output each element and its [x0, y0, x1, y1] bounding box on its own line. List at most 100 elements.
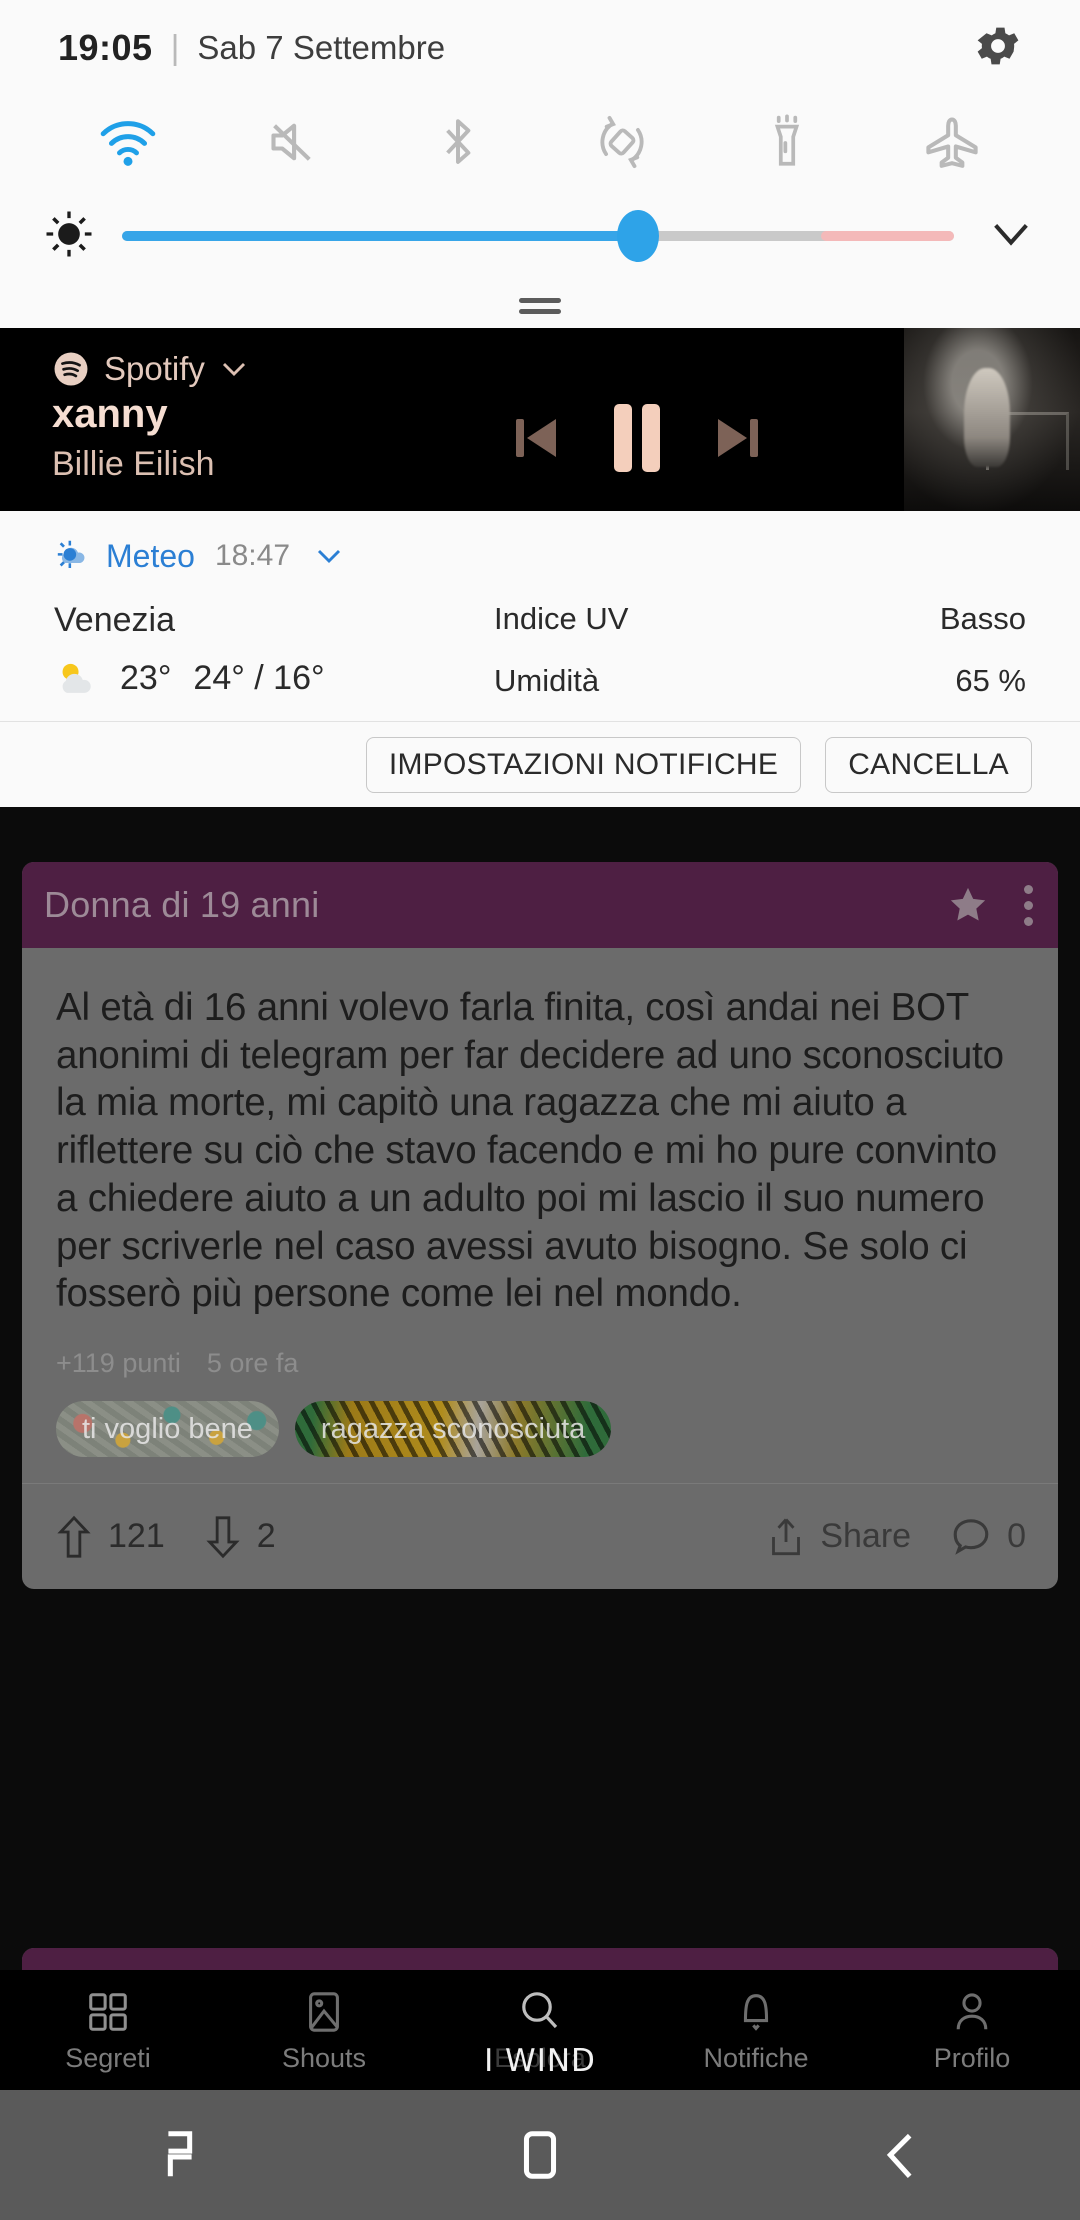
- brightness-slider[interactable]: [122, 210, 954, 262]
- weather-app-name: Meteo: [106, 537, 195, 574]
- person-icon: [949, 1987, 995, 2035]
- bell-icon: [733, 1987, 779, 2035]
- wifi-icon[interactable]: [46, 116, 211, 168]
- status-line: 19:05 | Sab 7 Settembre: [0, 0, 1080, 96]
- quick-toggles: [0, 96, 1080, 188]
- post-tag[interactable]: ragazza sconosciuta: [295, 1401, 611, 1458]
- share-label: Share: [820, 1517, 912, 1556]
- post-card[interactable]: Donna di 19 anni Al età di 16 anni volev…: [22, 862, 1058, 1590]
- slider-fill: [122, 231, 638, 241]
- brightness-slider-row: [0, 188, 1080, 284]
- weather-header: Meteo 18:47: [0, 537, 1080, 575]
- airplane-icon[interactable]: [869, 115, 1034, 169]
- date: Sab 7 Settembre: [197, 29, 446, 66]
- nav-item-shouts[interactable]: Shouts: [216, 1987, 432, 2074]
- back-button[interactable]: [720, 2126, 1080, 2184]
- nav-item-notifiche[interactable]: Notifiche: [648, 1987, 864, 2074]
- chevron-down-icon[interactable]: [219, 356, 249, 382]
- spotify-icon: [54, 352, 88, 386]
- bluetooth-icon[interactable]: [375, 115, 540, 169]
- clock-separator: |: [170, 28, 180, 67]
- grid-icon: [85, 1987, 131, 2035]
- weather-notification[interactable]: Meteo 18:47 Venezia 23° 24° / 16° Indice…: [0, 511, 1080, 721]
- downvote-icon: [206, 1516, 240, 1558]
- previous-track-icon[interactable]: [508, 409, 564, 467]
- chevron-down-icon[interactable]: [988, 214, 1034, 259]
- nav-label-notifiche: Notifiche: [703, 2042, 809, 2073]
- gear-icon[interactable]: [972, 20, 1024, 77]
- recents-button[interactable]: [0, 2126, 360, 2184]
- comment-count: 0: [1007, 1517, 1026, 1556]
- weather-icon: [57, 540, 85, 569]
- recents-icon: [167, 2131, 193, 2177]
- image-icon: [301, 1987, 347, 2035]
- nav-label-profilo: Profilo: [933, 2042, 1011, 2073]
- slider-warm-segment: [820, 231, 954, 241]
- pause-icon[interactable]: [608, 400, 666, 476]
- post-tag-label: ti voglio bene: [82, 1412, 253, 1445]
- weather-high-low: 24° / 16°: [193, 658, 325, 697]
- media-app-name: Spotify: [104, 350, 205, 387]
- nav-item-profilo[interactable]: Profilo: [864, 1987, 1080, 2074]
- brightness-icon[interactable]: [44, 209, 94, 264]
- media-notification[interactable]: Spotify xanny Billie Eilish: [0, 328, 1080, 511]
- weather-grid: Venezia 23° 24° / 16° Indice UV Umidità …: [0, 575, 1080, 699]
- weather-left: Venezia 23° 24° / 16°: [54, 601, 494, 699]
- post-points: +119 punti: [56, 1348, 181, 1379]
- upvote-icon: [57, 1515, 91, 1558]
- next-track-icon[interactable]: [710, 409, 766, 467]
- downvote-count: 2: [256, 1517, 276, 1556]
- android-navigation-bar: [0, 2090, 1080, 2220]
- post-text: Al età di 16 anni volevo farla finita, c…: [56, 986, 1004, 1316]
- home-button[interactable]: [360, 2126, 720, 2184]
- search-icon: [516, 1987, 564, 2035]
- post-tag-label: ragazza sconosciuta: [320, 1412, 586, 1445]
- media-titles: xanny Billie Eilish: [52, 392, 482, 484]
- post-body: Al età di 16 anni volevo farla finita, c…: [22, 948, 1058, 1467]
- upvote-button[interactable]: 121: [54, 1513, 165, 1561]
- comment-button[interactable]: 0: [949, 1515, 1026, 1559]
- home-icon: [523, 2131, 557, 2179]
- notification-settings-button[interactable]: IMPOSTAZIONI NOTIFICHE: [365, 736, 802, 793]
- post-header: Donna di 19 anni: [22, 862, 1058, 948]
- share-button[interactable]: Share: [766, 1514, 911, 1560]
- share-icon: [772, 1518, 801, 1555]
- track-artist: Billie Eilish: [52, 445, 215, 483]
- flashlight-icon[interactable]: [705, 113, 870, 171]
- back-icon: [886, 2133, 912, 2178]
- weather-row-value: 65 %: [955, 663, 1026, 698]
- partly-cloudy-icon: [62, 663, 91, 693]
- nav-label-segreti: Segreti: [65, 2042, 151, 2073]
- mute-icon[interactable]: [211, 116, 376, 168]
- star-icon[interactable]: [946, 884, 990, 926]
- weather-row-label: Indice UV: [494, 601, 629, 636]
- track-title: xanny: [52, 392, 168, 436]
- clock: 19:05: [58, 27, 153, 68]
- weather-city: Venezia: [54, 601, 175, 639]
- drag-handle-icon[interactable]: [0, 284, 1080, 328]
- weather-temps: 23° 24° / 16°: [54, 658, 494, 698]
- post-header-title: Donna di 19 anni: [44, 884, 320, 925]
- weather-row-label: Umidità: [494, 663, 600, 698]
- more-options-icon[interactable]: [1023, 884, 1036, 926]
- notification-action-buttons: IMPOSTAZIONI NOTIFICHE CANCELLA: [0, 721, 1080, 807]
- rotate-icon[interactable]: [540, 114, 705, 170]
- slider-knob[interactable]: [616, 210, 659, 262]
- comment-icon: [953, 1518, 989, 1555]
- weather-row-value: Basso: [939, 601, 1026, 636]
- downvote-button[interactable]: 2: [203, 1513, 276, 1561]
- nav-item-esplora[interactable]: Esplora I WIND: [432, 1987, 648, 2079]
- post-time-ago: 5 ore fa: [206, 1348, 299, 1379]
- chevron-down-icon[interactable]: [314, 543, 344, 569]
- weather-time: 18:47: [214, 539, 291, 572]
- tag-row: ti voglio bene ragazza sconosciuta: [56, 1401, 1024, 1467]
- album-art: [904, 328, 1080, 511]
- post-tag[interactable]: ti voglio bene: [56, 1401, 279, 1458]
- media-controls: [508, 400, 766, 476]
- nav-item-segreti[interactable]: Segreti: [0, 1987, 216, 2074]
- post-actions: 121 2 Share 0: [22, 1483, 1058, 1589]
- bottom-navigation: Segreti Shouts Esplora I WIND Notifiche …: [0, 1970, 1080, 2090]
- clear-notifications-button[interactable]: CANCELLA: [825, 736, 1032, 793]
- weather-current-temp: 23°: [120, 658, 172, 697]
- upvote-count: 121: [108, 1517, 165, 1556]
